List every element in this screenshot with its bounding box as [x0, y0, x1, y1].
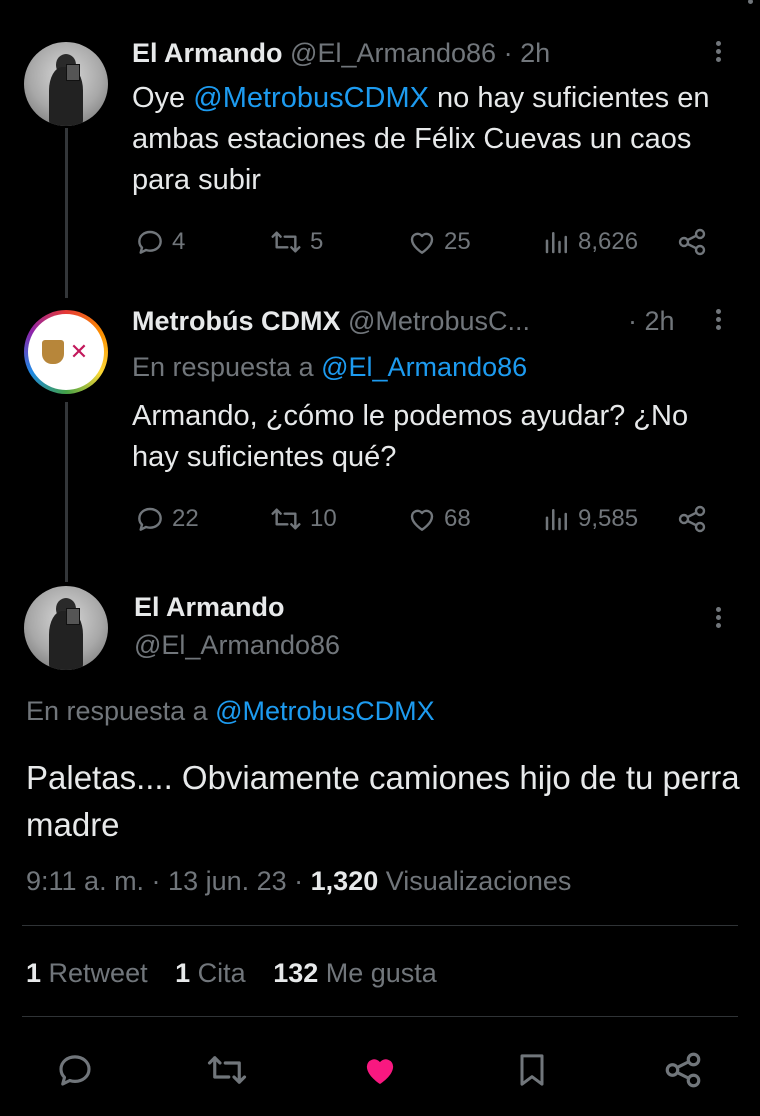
like-icon	[410, 509, 434, 531]
reply-icon	[138, 507, 162, 531]
author-handle[interactable]: @MetrobusC...	[348, 306, 530, 336]
reply-button[interactable]: 4	[134, 226, 185, 258]
views-count: 8,626	[578, 228, 639, 255]
reply-to: En respuesta a @El_Armando86	[132, 352, 528, 382]
retweet-count: 5	[310, 228, 324, 255]
retweet-icon	[207, 1056, 247, 1084]
bookmark-icon	[520, 1054, 544, 1086]
like-count: 25	[444, 228, 471, 255]
tweet2-header: Metrobús CDMX @MetrobusC...	[132, 306, 712, 337]
views-icon	[545, 509, 567, 531]
likes-stat[interactable]: 132 Me gusta	[273, 958, 437, 988]
reply-count: 4	[172, 228, 186, 255]
views-button[interactable]: 9,585	[542, 503, 638, 535]
logo-icon: ✕	[69, 339, 89, 364]
retweet-button[interactable]: 10	[268, 503, 337, 535]
more-icon[interactable]	[714, 604, 722, 631]
like-button[interactable]: 68	[406, 503, 471, 535]
avatar[interactable]	[24, 42, 108, 126]
share-icon	[678, 505, 706, 533]
mention-link[interactable]: @El_Armando86	[321, 352, 527, 382]
more-icon[interactable]	[714, 38, 722, 65]
author-handle[interactable]: @El_Armando86	[290, 38, 496, 68]
tweet-text: Armando, ¿cómo le podemos ayudar? ¿No ha…	[132, 400, 689, 473]
like-count: 68	[444, 505, 471, 532]
divider	[22, 1016, 738, 1017]
reply-button[interactable]: 22	[134, 503, 199, 535]
more-icon[interactable]	[714, 306, 722, 333]
main-tweet-text: Paletas.... Obviamente camiones hijo de …	[26, 759, 740, 843]
author-name[interactable]: El Armando	[132, 38, 283, 68]
author-handle[interactable]: @El_Armando86	[134, 630, 340, 661]
retweets-stat[interactable]: 1 Retweet	[26, 958, 148, 988]
like-icon	[366, 1059, 394, 1084]
tweet1-header: El Armando @El_Armando86 · 2h	[132, 38, 550, 69]
metrobus-avatar[interactable]: ✕	[24, 310, 108, 394]
thread-line	[65, 402, 68, 582]
share-button[interactable]	[676, 226, 708, 258]
reply-icon	[59, 1055, 91, 1086]
share-button[interactable]	[662, 1049, 704, 1096]
share-icon	[665, 1052, 701, 1088]
author-name[interactable]: Metrobús CDMX	[132, 306, 341, 336]
author-name[interactable]: El Armando	[134, 592, 285, 623]
tweet-timestamp: 9:11 a. m. · 13 jun. 23 · 1,320 Visualiz…	[26, 866, 572, 896]
avatar[interactable]	[24, 586, 108, 670]
retweet-button[interactable]: 5	[268, 226, 323, 258]
tweet-stats: 1 Retweet 1 Cita 132 Me gusta	[26, 958, 437, 989]
retweet-icon	[271, 508, 301, 530]
thread-line	[65, 128, 68, 298]
shield-icon	[42, 340, 64, 364]
like-icon	[410, 232, 434, 254]
quotes-stat[interactable]: 1 Cita	[175, 958, 246, 988]
top-more-icon[interactable]	[746, 0, 754, 7]
like-button[interactable]: 25	[406, 226, 471, 258]
divider	[22, 925, 738, 926]
reply-icon	[138, 230, 162, 254]
views-count: 9,585	[578, 505, 639, 532]
reply-button[interactable]	[54, 1049, 96, 1096]
tweet-text: Oye @MetrobusCDMX no hay suficientes en …	[132, 82, 710, 196]
like-button[interactable]	[358, 1049, 402, 1096]
tweet-time[interactable]: · 2h	[504, 38, 551, 68]
retweet-button[interactable]	[204, 1049, 250, 1096]
views-count: 1,320	[310, 866, 379, 896]
mention-link[interactable]: @MetrobusCDMX	[193, 82, 429, 114]
retweet-count: 10	[310, 505, 337, 532]
views-button[interactable]: 8,626	[542, 226, 638, 258]
share-icon	[678, 228, 706, 256]
share-button[interactable]	[676, 503, 708, 535]
tweet-time[interactable]: · 2h	[628, 306, 675, 337]
mention-link[interactable]: @MetrobusCDMX	[215, 696, 434, 726]
bookmark-button[interactable]	[512, 1049, 552, 1096]
retweet-icon	[271, 231, 301, 253]
reply-to: En respuesta a @MetrobusCDMX	[26, 696, 435, 726]
reply-count: 22	[172, 505, 199, 532]
views-icon	[545, 232, 567, 254]
